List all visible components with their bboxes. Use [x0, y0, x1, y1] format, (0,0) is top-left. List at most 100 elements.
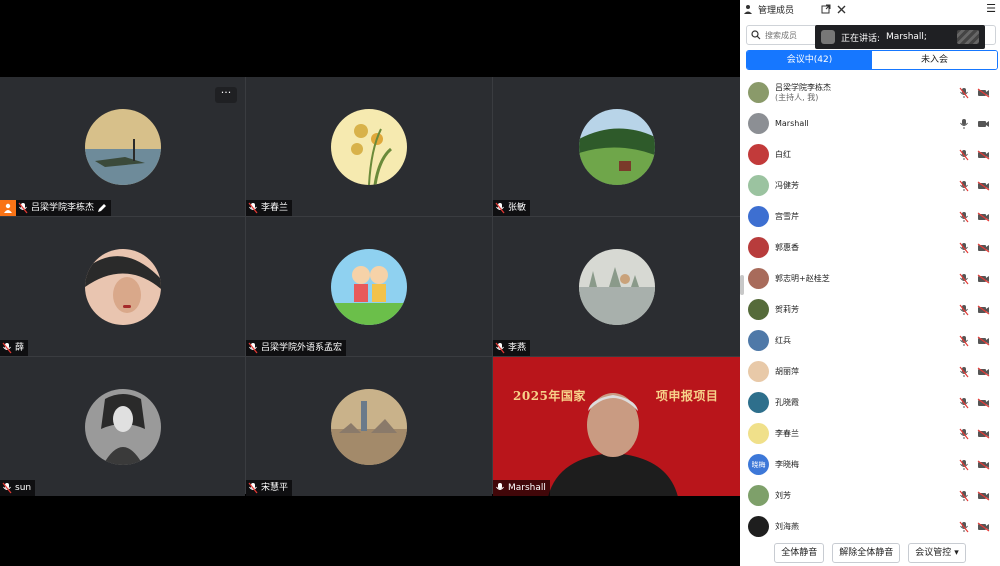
camera-off-icon[interactable]: [977, 212, 990, 222]
popout-icon[interactable]: [821, 4, 831, 14]
more-options-button[interactable]: ···: [215, 87, 237, 103]
camera-icon[interactable]: [977, 119, 990, 129]
menu-icon[interactable]: ☰: [986, 2, 996, 15]
member-row[interactable]: 刘海燕: [740, 511, 1000, 537]
video-tile[interactable]: 张敏: [493, 77, 740, 216]
camera-off-icon[interactable]: [977, 522, 990, 532]
mic-muted-icon: [2, 342, 12, 354]
participant-avatar: [84, 248, 161, 325]
mic-muted-icon: [248, 202, 258, 214]
member-row[interactable]: 宫雪芹: [740, 201, 1000, 232]
member-panel: 管理成员 ☰ 会议中(42) 未入会 吕梁学院李栋杰(主持人, 我) Marsha…: [740, 0, 1000, 566]
camera-off-icon[interactable]: [977, 274, 990, 284]
participant-name: 吕梁学院外语系孟宏: [261, 343, 343, 353]
mic-muted-icon[interactable]: [959, 521, 969, 533]
camera-off-icon[interactable]: [977, 491, 990, 501]
mic-muted-icon[interactable]: [959, 490, 969, 502]
mic-muted-icon[interactable]: [959, 180, 969, 192]
camera-off-icon[interactable]: [977, 336, 990, 346]
participant-name: sun: [15, 483, 32, 493]
video-feed: 2025年国家项申报项目 运: [493, 357, 740, 496]
speaker-figure: [548, 393, 678, 496]
video-tile[interactable]: 李春兰: [246, 77, 492, 216]
member-role: (主持人, 我): [775, 92, 819, 102]
mic-muted-icon[interactable]: [959, 366, 969, 378]
close-icon[interactable]: [837, 5, 846, 14]
mic-muted-icon[interactable]: [959, 335, 969, 347]
member-row[interactable]: 孔晓霞: [740, 387, 1000, 418]
mic-muted-icon[interactable]: [959, 397, 969, 409]
camera-off-icon[interactable]: [977, 460, 990, 470]
mic-muted-icon[interactable]: [959, 87, 969, 99]
camera-off-icon[interactable]: [977, 88, 990, 98]
speaking-label: 正在讲话:: [841, 33, 881, 44]
camera-off-icon[interactable]: [977, 150, 990, 160]
mic-muted-icon[interactable]: [959, 242, 969, 254]
member-row[interactable]: 贺莉芳: [740, 294, 1000, 325]
meeting-control-button[interactable]: 会议管控 ▾: [908, 543, 966, 563]
member-name: 冯健芳: [775, 180, 799, 190]
member-name: Marshall: [775, 118, 809, 128]
avatar-image: [84, 248, 161, 325]
member-name-block: 吕梁学院李栋杰 (主持人, 我): [775, 83, 831, 103]
avatar-image: [578, 108, 655, 185]
mic-icon[interactable]: [959, 118, 969, 130]
mic-muted-icon[interactable]: [959, 459, 969, 471]
member-row[interactable]: 吕梁学院李栋杰 (主持人, 我): [740, 77, 1000, 108]
meeting-app: ··· 吕梁学院李栋杰 李春兰 张敏 薛 吕梁学院外语系孟宏 李燕 sun 宋慧…: [0, 0, 1000, 566]
member-row[interactable]: 胡丽萍: [740, 356, 1000, 387]
member-row[interactable]: 郭志明+赵桂芝: [740, 263, 1000, 294]
search-icon: [751, 30, 761, 40]
member-name-block: 郭惠香: [775, 243, 799, 253]
video-tile[interactable]: ··· 吕梁学院李栋杰: [0, 77, 245, 216]
members-icon: [744, 5, 752, 14]
member-row[interactable]: 红兵: [740, 325, 1000, 356]
unmute-all-button[interactable]: 解除全体静音: [832, 543, 901, 563]
member-row[interactable]: 李春兰: [740, 418, 1000, 449]
camera-off-icon[interactable]: [977, 398, 990, 408]
mic-muted-icon[interactable]: [959, 428, 969, 440]
video-tile[interactable]: 宋慧平: [246, 357, 492, 496]
avatar-image: [84, 108, 161, 185]
camera-off-icon[interactable]: [977, 429, 990, 439]
mic-muted-icon: [2, 482, 12, 494]
panel-resize-handle[interactable]: [740, 275, 744, 295]
mic-muted-icon[interactable]: [959, 273, 969, 285]
video-tile[interactable]: 吕梁学院外语系孟宏: [246, 217, 492, 356]
member-row[interactable]: 冯健芳: [740, 170, 1000, 201]
mic-muted-icon[interactable]: [959, 149, 969, 161]
tab-in-meeting[interactable]: 会议中(42): [747, 51, 872, 69]
camera-off-icon[interactable]: [977, 243, 990, 253]
edit-icon[interactable]: [97, 203, 107, 213]
mic-muted-icon[interactable]: [959, 211, 969, 223]
tab-not-joined[interactable]: 未入会: [872, 51, 997, 69]
member-name-block: 贺莉芳: [775, 305, 799, 315]
member-controls: [959, 366, 990, 378]
member-row[interactable]: 晓梅 李晓梅: [740, 449, 1000, 480]
active-speaker-tile[interactable]: 2025年国家项申报项目 运 Marshall: [493, 357, 740, 496]
member-name: 红兵: [775, 335, 791, 345]
member-avatar: [748, 144, 769, 165]
member-row[interactable]: 刘芳: [740, 480, 1000, 511]
member-row[interactable]: 白红: [740, 139, 1000, 170]
member-row[interactable]: Marshall: [740, 108, 1000, 139]
mic-muted-icon[interactable]: [959, 304, 969, 316]
avatar-image: [578, 248, 655, 325]
camera-off-icon[interactable]: [977, 181, 990, 191]
member-name: 郭惠香: [775, 242, 799, 252]
video-tile[interactable]: 李燕: [493, 217, 740, 356]
camera-off-icon[interactable]: [977, 305, 990, 315]
member-controls: [959, 180, 990, 192]
participant-name-tag: 薛: [0, 340, 29, 356]
speaker-avatar: [821, 30, 835, 44]
mute-all-button[interactable]: 全体静音: [774, 543, 825, 563]
meeting-control-label: 会议管控: [915, 548, 952, 558]
member-avatar: 晓梅: [748, 454, 769, 475]
avatar-image: [331, 108, 407, 185]
camera-off-icon[interactable]: [977, 367, 990, 377]
mic-muted-icon: [495, 202, 505, 214]
video-tile[interactable]: 薛: [0, 217, 245, 356]
video-tile[interactable]: sun: [0, 357, 245, 496]
member-row[interactable]: 郭惠香: [740, 232, 1000, 263]
member-controls: [959, 273, 990, 285]
